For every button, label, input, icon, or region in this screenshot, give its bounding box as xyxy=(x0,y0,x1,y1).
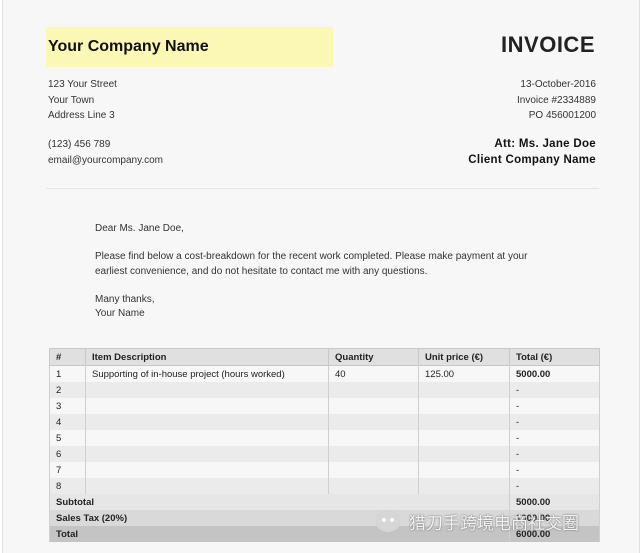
header-divider xyxy=(46,188,599,189)
cell-number: 2 xyxy=(49,382,86,398)
letter-signature: Your Name xyxy=(95,308,145,319)
cell-number: 3 xyxy=(49,398,86,414)
cell-description xyxy=(85,382,329,398)
cell-total: 5000.00 xyxy=(509,365,600,382)
watermark: 猎刀手跨境电商社交圈 xyxy=(375,506,635,536)
cell-number: 4 xyxy=(49,414,86,430)
cell-quantity xyxy=(328,462,419,478)
cell-quantity xyxy=(328,478,419,494)
company-address-line-1: 123 Your Street xyxy=(48,79,117,90)
cell-unit-price xyxy=(418,414,510,430)
invoice-page: Your Company Name INVOICE 123 Your Stree… xyxy=(2,0,640,553)
cell-description: Supporting of in-house project (hours wo… xyxy=(85,365,329,382)
table-row: 5 - xyxy=(49,430,600,446)
table-header-row: # Item Description Quantity Unit price (… xyxy=(49,348,600,366)
cell-description xyxy=(85,414,329,430)
company-address-line-2: Your Town xyxy=(48,95,95,106)
cell-number: 7 xyxy=(49,462,86,478)
letter-closing: Many thanks, xyxy=(95,294,155,305)
cell-unit-price xyxy=(418,382,510,398)
cell-quantity xyxy=(328,398,419,414)
cell-description xyxy=(85,462,329,478)
cell-quantity: 40 xyxy=(328,365,419,382)
cell-description xyxy=(85,446,329,462)
watermark-text: 猎刀手跨境电商社交圈 xyxy=(409,513,579,534)
letter-body-line-2: earliest convenience, and do not hesitat… xyxy=(95,266,428,277)
letter-greeting: Dear Ms. Jane Doe, xyxy=(95,223,184,234)
cell-total: - xyxy=(509,414,600,430)
client-company: Client Company Name xyxy=(468,154,596,166)
cell-total: - xyxy=(509,398,600,414)
cell-quantity xyxy=(328,414,419,430)
cell-number: 6 xyxy=(49,446,86,462)
cell-description xyxy=(85,430,329,446)
invoice-title: INVOICE xyxy=(501,32,595,57)
cell-unit-price xyxy=(418,446,510,462)
cell-description xyxy=(85,478,329,494)
letter-body-line-1: Please find below a cost-breakdown for t… xyxy=(95,251,528,262)
cell-number: 8 xyxy=(49,478,86,494)
table-row: 7 - xyxy=(49,462,600,478)
cell-quantity xyxy=(328,446,419,462)
cell-quantity xyxy=(328,430,419,446)
table-row: 2 - xyxy=(49,382,600,398)
column-header-quantity: Quantity xyxy=(328,348,419,366)
table-row: 1 Supporting of in-house project (hours … xyxy=(49,365,600,382)
cell-quantity xyxy=(328,382,419,398)
company-email: email@yourcompany.com xyxy=(48,155,164,166)
table-row: 6 - xyxy=(49,446,600,462)
purchase-order: PO 456001200 xyxy=(528,110,596,121)
cell-description xyxy=(85,398,329,414)
cell-total: - xyxy=(509,462,600,478)
wechat-icon xyxy=(375,510,401,532)
cell-number: 1 xyxy=(49,365,86,382)
client-attention: Att: Ms. Jane Doe xyxy=(494,138,596,150)
cell-total: - xyxy=(509,430,600,446)
table-row: 8 - xyxy=(49,478,600,494)
company-phone: (123) 456 789 xyxy=(48,139,111,150)
cell-unit-price xyxy=(418,478,510,494)
invoice-date: 13-October-2016 xyxy=(520,79,596,90)
cell-total: - xyxy=(509,382,600,398)
column-header-total: Total (€) xyxy=(509,348,600,366)
column-header-unit-price: Unit price (€) xyxy=(418,348,510,366)
table-row: 3 - xyxy=(49,398,600,414)
cell-unit-price xyxy=(418,462,510,478)
table-row: 4 - xyxy=(49,414,600,430)
cell-unit-price xyxy=(418,398,510,414)
cell-number: 5 xyxy=(49,430,86,446)
cell-total: - xyxy=(509,478,600,494)
column-header-number: # xyxy=(49,348,86,366)
invoice-number: Invoice #2334889 xyxy=(517,95,596,106)
cell-total: - xyxy=(509,446,600,462)
column-header-description: Item Description xyxy=(85,348,329,366)
cell-unit-price xyxy=(418,430,510,446)
cell-unit-price: 125.00 xyxy=(418,365,510,382)
company-address-line-3: Address Line 3 xyxy=(48,110,115,121)
company-name: Your Company Name xyxy=(48,38,209,55)
